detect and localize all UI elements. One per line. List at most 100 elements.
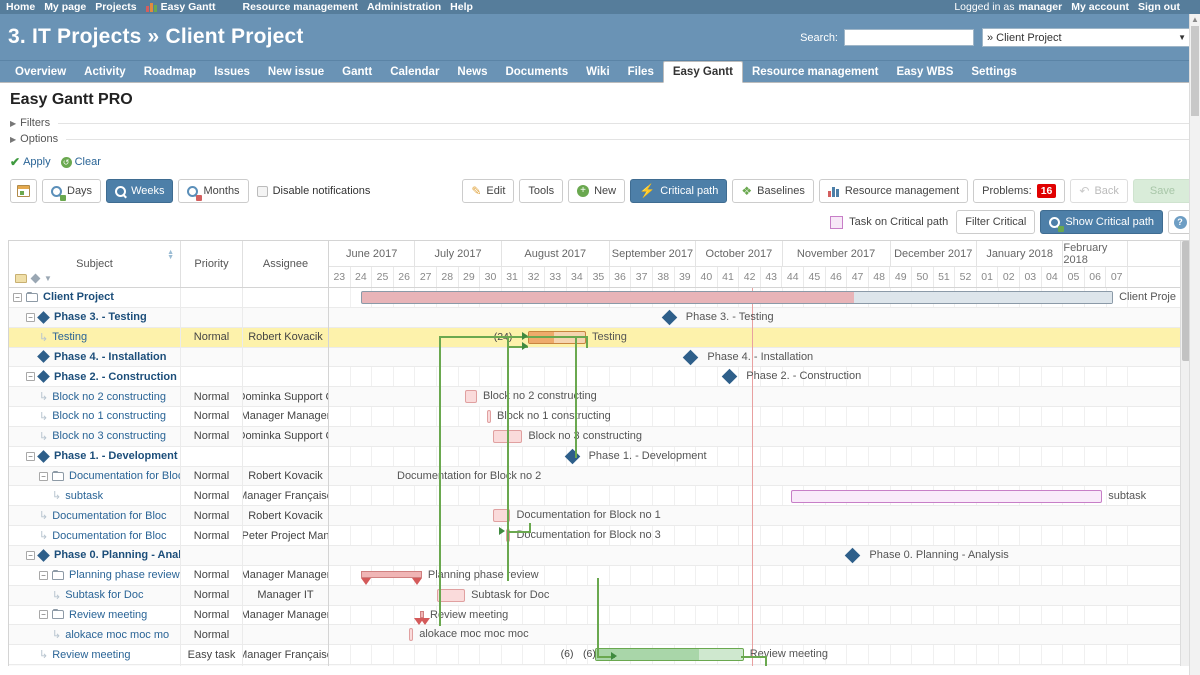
cell-subject[interactable]: − Documentation for Bloc <box>9 466 181 486</box>
table-row[interactable]: − Phase 2. - Construction <box>9 367 328 388</box>
row-collapse-toggle[interactable]: − <box>39 471 48 481</box>
task-subject-link[interactable]: Block no 2 constructing <box>52 391 166 403</box>
filters-toggle[interactable]: ▶ Filters <box>10 117 1192 129</box>
cell-subject[interactable]: − Phase 1. - Development <box>9 446 181 466</box>
row-collapse-toggle[interactable]: − <box>26 550 35 560</box>
save-button[interactable]: Save <box>1132 179 1192 203</box>
table-row[interactable]: − Phase 1. - Development <box>9 446 328 467</box>
scroll-up-icon[interactable]: ▲ <box>1190 14 1200 25</box>
row-collapse-toggle[interactable]: − <box>26 451 35 461</box>
table-row[interactable]: ↳Block no 2 constructingNormalDominka Su… <box>9 387 328 408</box>
task-subject-link[interactable]: Review meeting <box>69 609 147 621</box>
cell-subject[interactable]: − Client Project <box>9 288 181 307</box>
table-row[interactable]: ↳ Block no 1 constructing Normal Manager Ma… <box>9 407 328 427</box>
tab-wiki[interactable]: Wiki <box>577 61 619 82</box>
task-subject-link[interactable]: Phase 3. - Testing <box>54 311 147 323</box>
tab-activity[interactable]: Activity <box>75 61 135 82</box>
row-collapse-toggle[interactable]: − <box>39 570 48 580</box>
tab-easy-gantt[interactable]: Easy Gantt <box>662 61 743 83</box>
gantt-bar[interactable] <box>361 291 1114 304</box>
row-collapse-toggle[interactable]: − <box>26 312 35 322</box>
filter-critical-button[interactable]: Filter Critical <box>956 210 1036 234</box>
table-row[interactable]: − Planning phase review Normal Manager Mana… <box>9 565 328 586</box>
cell-subject[interactable]: ↳ Block no 1 constructing <box>9 407 181 426</box>
gantt-bar[interactable] <box>594 648 744 662</box>
table-row[interactable]: ↳Evaluation of draft docHighRobert Kovac… <box>9 665 328 666</box>
task-subject-link[interactable]: Phase 0. Planning - Analysis <box>54 549 180 561</box>
tab-documents[interactable]: Documents <box>496 61 577 82</box>
tab-overview[interactable]: Overview <box>6 61 75 82</box>
topbar-link-easy-gantt[interactable]: Easy Gantt <box>161 1 216 13</box>
table-row[interactable]: ↳ Subtask for Doc Normal Manager IT <box>9 585 328 606</box>
disable-notifications-toggle[interactable]: Disable notifications <box>256 185 370 197</box>
tab-news[interactable]: News <box>448 61 496 82</box>
baselines-button[interactable]: ❖ Baselines <box>732 179 814 203</box>
table-row[interactable]: − Phase 3. - Testing <box>9 307 328 328</box>
options-toggle[interactable]: ▶ Options <box>10 133 1192 145</box>
task-subject-link[interactable]: Phase 2. - Construction <box>54 371 177 383</box>
topbar-link-projects[interactable]: Projects <box>95 1 136 13</box>
problems-button[interactable]: Problems: 16 <box>973 179 1066 203</box>
table-row[interactable]: − Phase 0. Planning - Analysis <box>9 545 328 566</box>
task-subject-link[interactable]: Block no 3 constructing <box>52 430 166 442</box>
task-subject-link[interactable]: Testing <box>52 331 87 343</box>
page-scrollbar-thumb[interactable] <box>1191 26 1199 116</box>
cell-subject[interactable]: ↳ Subtask for Doc <box>9 585 181 605</box>
column-header-priority[interactable]: Priority <box>181 241 243 287</box>
tab-gantt[interactable]: Gantt <box>333 61 381 82</box>
cell-subject[interactable]: − Planning phase review <box>9 565 181 585</box>
topbar-link-my-page[interactable]: My page <box>44 1 86 13</box>
task-subject-link[interactable]: Review meeting <box>52 649 130 661</box>
tab-settings[interactable]: Settings <box>962 61 1025 82</box>
cell-subject[interactable]: ↳ Review meeting <box>9 645 181 665</box>
task-subject-link[interactable]: Documentation for Bloc <box>69 470 180 482</box>
apply-button[interactable]: ✔ Apply <box>10 155 51 169</box>
gantt-summary-bar[interactable] <box>413 610 431 625</box>
table-row[interactable]: ↳subtaskNormalManager Française <box>9 486 328 507</box>
tools-button[interactable]: Tools <box>519 179 564 203</box>
my-account-link[interactable]: My account <box>1071 1 1129 13</box>
show-critical-path-button[interactable]: Show Critical path <box>1040 210 1163 234</box>
checkbox-icon[interactable] <box>256 185 268 197</box>
task-subject-link[interactable]: Client Project <box>43 291 114 303</box>
topbar-link-resource-management[interactable]: Resource management <box>243 1 359 13</box>
calendar-view-button[interactable] <box>10 179 37 203</box>
topbar-link-home[interactable]: Home <box>6 1 35 13</box>
milestone-toggle-icon[interactable] <box>30 273 41 284</box>
new-button[interactable]: + New <box>568 179 626 203</box>
gantt-bar[interactable] <box>465 390 477 404</box>
cell-subject[interactable]: ↳ Testing <box>9 327 181 347</box>
cell-subject[interactable]: ↳ alokace moc moc mo <box>9 625 181 645</box>
table-row[interactable]: ↳ Testing Normal Robert Kovacik <box>9 327 328 348</box>
task-subject-link[interactable]: Phase 4. - Installation <box>54 351 166 363</box>
table-row[interactable]: ↳ Documentation for Bloc Normal Peter Proje… <box>9 526 328 546</box>
cell-subject[interactable]: − Review meeting <box>9 605 181 625</box>
table-row[interactable]: ↳ Documentation for Bloc Normal Robert Kova… <box>9 506 328 527</box>
task-subject-link[interactable]: alokace moc moc mo <box>65 629 169 641</box>
cell-subject[interactable]: Phase 4. - Installation <box>9 347 181 367</box>
cell-subject[interactable]: ↳ Documentation for Bloc <box>9 506 181 526</box>
cell-subject[interactable]: − Phase 3. - Testing <box>9 307 181 327</box>
collapse-all-icon[interactable]: ▼ <box>44 274 52 283</box>
cell-subject[interactable]: ↳ Documentation for Bloc <box>9 526 181 545</box>
task-subject-link[interactable]: Subtask for Doc <box>65 589 143 601</box>
gantt-bar[interactable] <box>486 410 491 424</box>
gantt-bar[interactable] <box>791 489 1103 503</box>
topbar-link-help[interactable]: Help <box>450 1 473 13</box>
row-collapse-toggle[interactable]: − <box>13 292 22 302</box>
gantt-body[interactable]: Client ProjePhase 3. - TestingTesting(24… <box>329 288 1191 666</box>
tab-resource-management[interactable]: Resource management <box>743 61 888 82</box>
tab-issues[interactable]: Issues <box>205 61 259 82</box>
cell-subject[interactable]: − Phase 2. - Construction <box>9 367 181 387</box>
table-row[interactable]: ↳ alokace moc moc mo Normal <box>9 625 328 646</box>
table-row[interactable]: ↳Block no 3 constructingNormalDominka Su… <box>9 426 328 447</box>
table-row[interactable]: Phase 4. - Installation <box>9 347 328 368</box>
clear-button[interactable]: ↺ Clear <box>60 156 101 168</box>
cell-subject[interactable]: ↳ subtask <box>9 486 181 506</box>
page-scrollbar[interactable]: ▲ <box>1189 14 1200 675</box>
tab-roadmap[interactable]: Roadmap <box>135 61 205 82</box>
tab-new-issue[interactable]: New issue <box>259 61 333 82</box>
back-button[interactable]: ↶ Back <box>1070 179 1128 203</box>
cell-subject[interactable]: ↳Evaluation of draft doc <box>9 665 181 666</box>
task-subject-link[interactable]: Documentation for Bloc <box>52 530 166 542</box>
